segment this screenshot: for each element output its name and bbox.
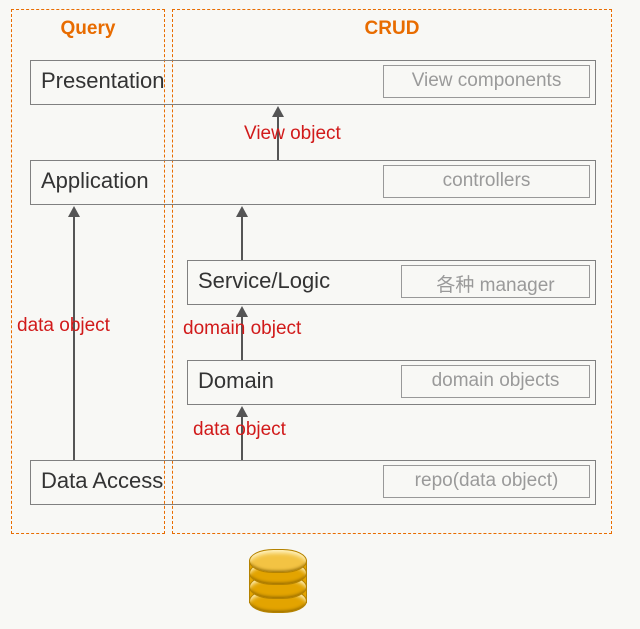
layer-data-access-label: Data Access: [41, 468, 163, 494]
tag-presentation: View components: [383, 65, 590, 98]
arrow-service-app-head: [236, 206, 248, 217]
layer-presentation-label: Presentation: [41, 68, 165, 94]
tag-service: 各种 manager: [401, 265, 590, 298]
label-view-object: View object: [244, 123, 341, 145]
arrow-service-app: [241, 216, 243, 260]
layer-domain-label: Domain: [198, 368, 274, 394]
arrow-view-object-head: [272, 106, 284, 117]
query-header: Query: [11, 18, 165, 40]
arrow-query-path: [73, 216, 75, 460]
layer-application-label: Application: [41, 168, 149, 194]
layer-service-label: Service/Logic: [198, 268, 330, 294]
diagram-root: Query CRUD Presentation View components …: [0, 0, 640, 629]
arrow-domain-service-head: [236, 306, 248, 317]
crud-header: CRUD: [172, 18, 612, 40]
database-icon: [249, 551, 307, 609]
arrow-data-domain-head: [236, 406, 248, 417]
label-domain-object: domain object: [183, 318, 301, 340]
arrow-query-head: [68, 206, 80, 217]
tag-data-access: repo(data object): [383, 465, 590, 498]
tag-application: controllers: [383, 165, 590, 198]
label-query: data object: [17, 315, 110, 337]
label-data-object: data object: [193, 419, 286, 441]
tag-domain: domain objects: [401, 365, 590, 398]
